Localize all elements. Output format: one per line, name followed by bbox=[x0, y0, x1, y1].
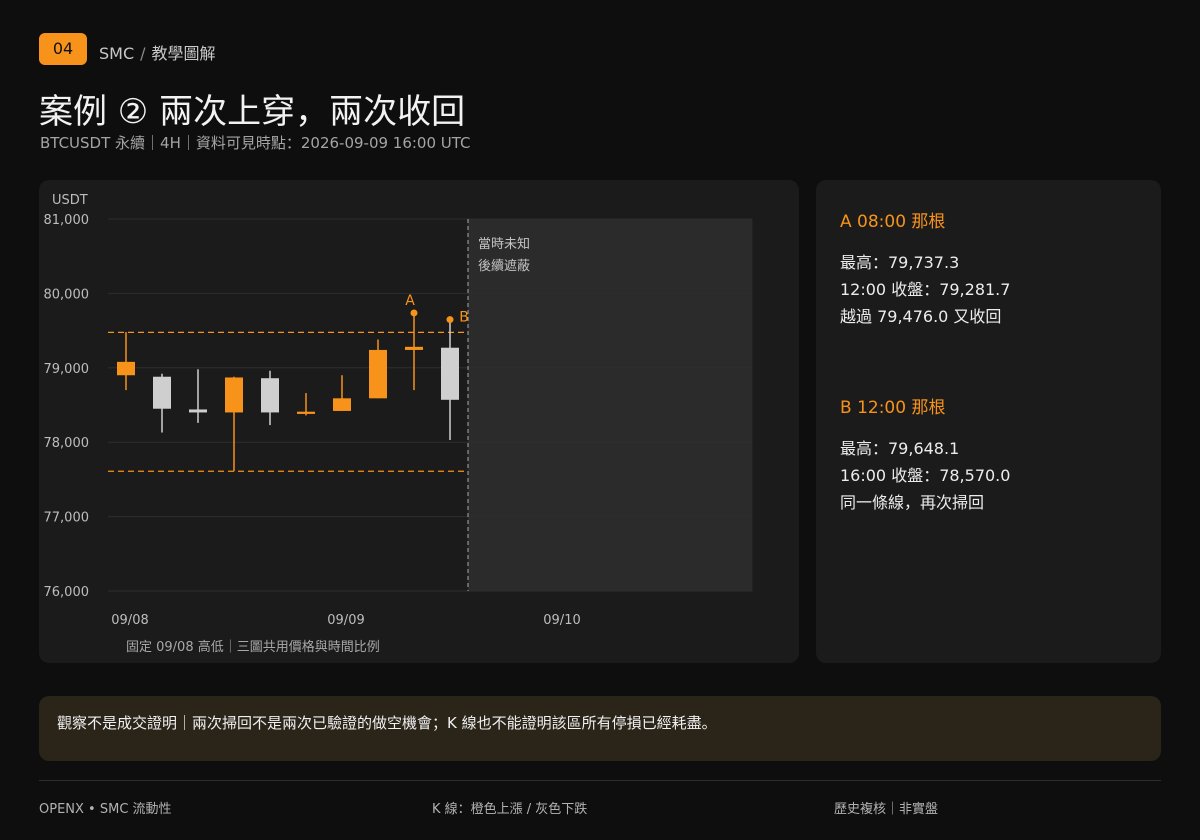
sweep-marker-dot bbox=[446, 316, 454, 324]
chart-note: 固定 09/08 高低｜三圖共用價格與時間比例 bbox=[126, 640, 380, 655]
page-subtitle: BTCUSDT 永續｜4H｜資料可見時點：2026-09-09 16:00 UT… bbox=[40, 134, 471, 152]
chart-card: 76,000 77,000 78,000 79,000 80,000 81,000 USDT… bbox=[39, 180, 799, 663]
masked-future-region bbox=[468, 219, 753, 591]
info-block-b-title: B 12:00 那根 bbox=[840, 398, 946, 418]
x-tick-label: 09/09 bbox=[327, 613, 364, 628]
candle-body bbox=[333, 398, 351, 411]
x-tick-label: 09/08 bbox=[111, 613, 148, 628]
info-block-a-line: 最高：79,737.3 bbox=[840, 253, 960, 272]
masked-region-label: 後續遮蔽 bbox=[478, 258, 530, 274]
info-block-a: A 08:00 那根 最高：79,737.3 12:00 收盤：79,281.7… bbox=[840, 207, 1010, 330]
info-block-b-line: 最高：79,648.1 bbox=[840, 439, 960, 458]
breadcrumb-section: 教學圖解 bbox=[151, 44, 216, 63]
y-axis-unit-label: USDT bbox=[52, 193, 88, 208]
sweep-marker-label: A bbox=[405, 293, 415, 309]
info-block-b: B 12:00 那根 最高：79,648.1 16:00 收盤：78,570.0… bbox=[840, 393, 1010, 516]
candle-body bbox=[405, 346, 423, 350]
breadcrumb-brand: SMC bbox=[99, 44, 135, 63]
candle-body bbox=[369, 349, 387, 399]
info-card: A 08:00 那根 最高：79,737.3 12:00 收盤：79,281.7… bbox=[816, 180, 1161, 663]
x-tick-label: 09/10 bbox=[543, 613, 580, 628]
candle-body bbox=[117, 361, 135, 376]
footer-status: 歷史複核｜非實盤 bbox=[834, 802, 939, 817]
info-block-a-line: 越過 79,476.0 又收回 bbox=[840, 307, 1002, 326]
candle-body bbox=[153, 376, 171, 409]
footer-divider bbox=[39, 780, 1161, 781]
warning-banner: 觀察不是成交證明｜兩次掃回不是兩次已驗證的做空機會；K 線也不能證明該區所有停損… bbox=[39, 696, 1161, 761]
info-block-a-line: 12:00 收盤：79,281.7 bbox=[840, 280, 1011, 299]
sweep-marker-dot bbox=[410, 309, 418, 317]
y-tick-label: 80,000 bbox=[44, 287, 90, 302]
y-tick-label: 77,000 bbox=[44, 511, 90, 526]
candle-body bbox=[225, 377, 243, 413]
candle-body bbox=[261, 378, 279, 413]
candle-body bbox=[441, 347, 459, 400]
masked-region-label: 當時未知 bbox=[478, 236, 530, 252]
candle-body bbox=[189, 409, 207, 413]
candlestick-chart: 76,000 77,000 78,000 79,000 80,000 81,000 USDT… bbox=[44, 193, 753, 628]
candle-body bbox=[297, 411, 315, 414]
footer-legend: K 線：橙色上漲 / 灰色下跌 bbox=[432, 802, 588, 817]
info-block-b-line: 16:00 收盤：78,570.0 bbox=[840, 466, 1011, 485]
breadcrumb-separator: / bbox=[140, 44, 146, 63]
y-tick-label: 76,000 bbox=[44, 585, 90, 600]
y-tick-label: 78,000 bbox=[44, 436, 90, 451]
sweep-marker-label: B bbox=[459, 310, 469, 326]
info-block-a-title: A 08:00 那根 bbox=[840, 212, 946, 232]
y-tick-label: 79,000 bbox=[44, 362, 90, 377]
y-tick-label: 81,000 bbox=[44, 213, 90, 228]
page-title: 案例 ② 兩次上穿，兩次收回 bbox=[39, 92, 466, 132]
section-number-badge: 04 bbox=[39, 33, 87, 65]
info-block-b-line: 同一條線，再次掃回 bbox=[840, 493, 985, 512]
footer-brand: OPENX • SMC 流動性 bbox=[39, 802, 172, 817]
breadcrumb: SMC / 教學圖解 bbox=[99, 40, 216, 64]
